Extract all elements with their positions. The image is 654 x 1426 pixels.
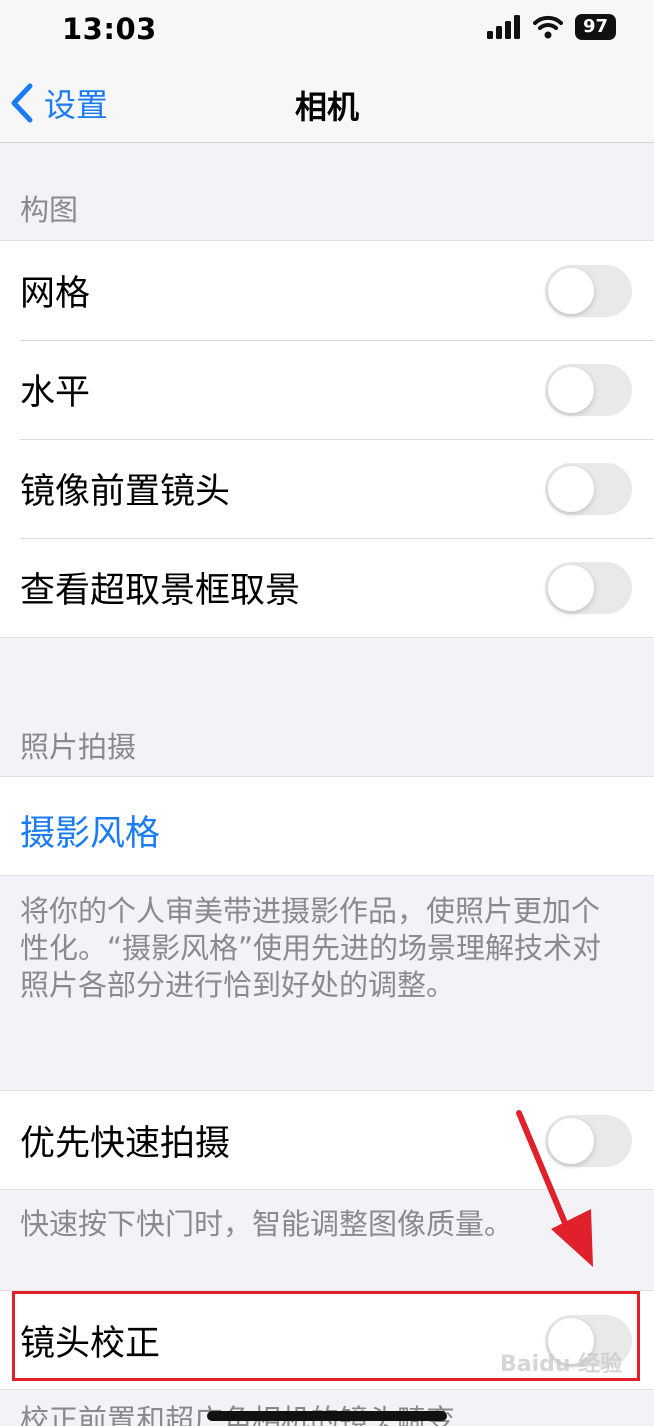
mirror-front-camera-row: 镜像前置镜头 xyxy=(0,439,654,538)
red-arrow-annotation xyxy=(516,1110,593,1267)
section-header-photo-capture: 照片拍摄 xyxy=(20,730,137,764)
level-toggle[interactable] xyxy=(545,364,632,416)
status-icons: 97 xyxy=(486,14,616,40)
navigation-bar: 设置 相机 xyxy=(0,62,654,143)
mirror-front-camera-toggle[interactable] xyxy=(545,463,632,515)
page-title: 相机 xyxy=(294,88,359,126)
level-row: 水平 xyxy=(0,340,654,439)
prioritize-label: 优先快速拍摄 xyxy=(20,1124,231,1164)
cellular-signal-icon xyxy=(486,15,520,39)
view-outside-frame-toggle[interactable] xyxy=(545,562,632,614)
lens-correction-label: 镜头校正 xyxy=(20,1324,161,1364)
toggle-knob xyxy=(548,268,594,314)
battery-icon: 97 xyxy=(574,14,616,40)
baidu-watermark: Baidu 经验 xyxy=(500,1352,623,1377)
level-label: 水平 xyxy=(20,373,91,413)
status-time: 13:03 xyxy=(62,12,157,46)
mirror-front-camera-label: 镜像前置镜头 xyxy=(20,472,231,512)
view-outside-frame-label: 查看超取景框取景 xyxy=(20,571,301,611)
photographic-styles-footer: 将你的个人审美带进摄影作品，使照片更加个性化。“摄影风格”使用先进的场景理解技术… xyxy=(20,894,602,1002)
toggle-knob xyxy=(548,565,594,611)
photographic-styles-link[interactable]: 摄影风格 xyxy=(20,805,160,856)
status-bar: 13:03 97 xyxy=(0,0,654,62)
wifi-icon xyxy=(532,15,563,39)
toggle-knob xyxy=(548,367,594,413)
home-indicator xyxy=(207,1411,447,1421)
grid-toggle[interactable] xyxy=(545,265,632,317)
view-outside-frame-row: 查看超取景框取景 xyxy=(0,538,654,637)
grid-label: 网格 xyxy=(20,274,91,314)
composition-group: 网格 水平 镜像前置镜头 查看超取景框取景 xyxy=(0,240,654,638)
toggle-knob xyxy=(548,466,594,512)
grid-row: 网格 xyxy=(0,241,654,340)
section-header-composition: 构图 xyxy=(20,193,79,227)
photographic-styles-row[interactable]: 摄影风格 xyxy=(0,777,654,875)
photographic-styles-group: 摄影风格 xyxy=(0,776,654,876)
